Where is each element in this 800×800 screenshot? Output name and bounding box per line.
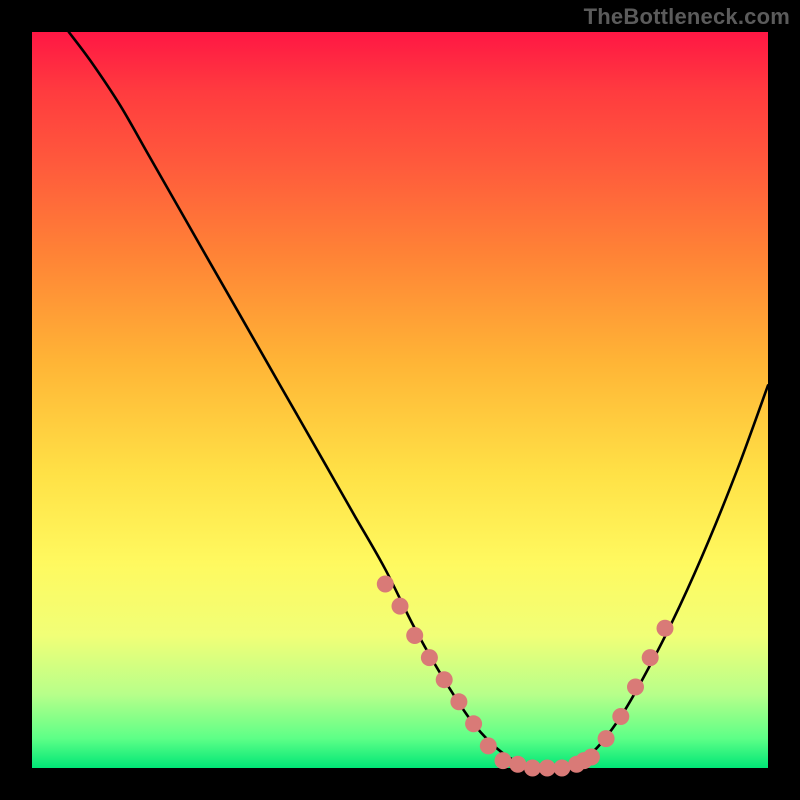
curve-marker [612, 708, 629, 725]
curve-marker [421, 649, 438, 666]
marker-group [377, 576, 674, 777]
curve-marker [450, 693, 467, 710]
curve-marker [583, 749, 600, 766]
curve-marker [509, 756, 526, 773]
curve-marker [657, 620, 674, 637]
curve-marker [480, 737, 497, 754]
curve-marker [524, 760, 541, 777]
chart-frame: TheBottleneck.com [0, 0, 800, 800]
curve-svg [32, 32, 768, 768]
curve-marker [436, 671, 453, 688]
watermark-text: TheBottleneck.com [584, 4, 790, 30]
curve-marker [392, 598, 409, 615]
curve-marker [539, 760, 556, 777]
curve-marker [553, 760, 570, 777]
curve-marker [465, 715, 482, 732]
bottleneck-curve [69, 32, 768, 770]
curve-marker [598, 730, 615, 747]
curve-marker [406, 627, 423, 644]
curve-marker [627, 679, 644, 696]
curve-marker [642, 649, 659, 666]
curve-marker [377, 576, 394, 593]
plot-area [32, 32, 768, 768]
curve-marker [495, 752, 512, 769]
